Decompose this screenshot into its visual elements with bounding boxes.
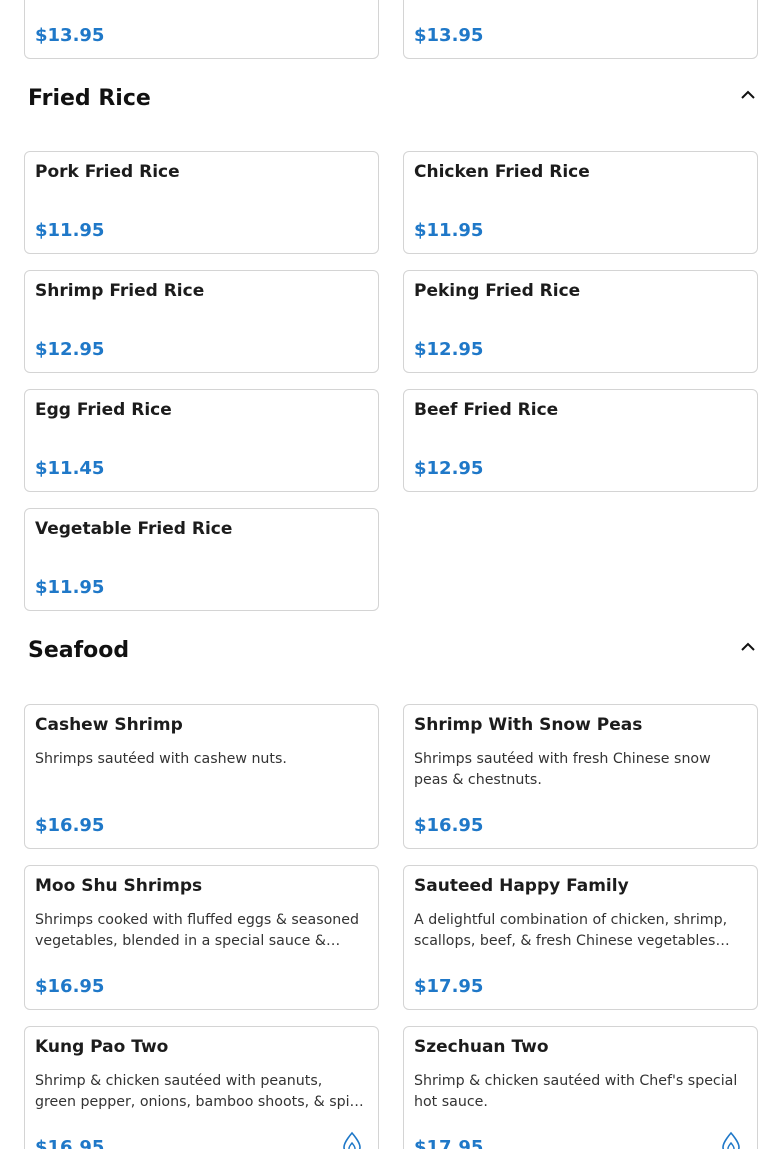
item-price: $17.95: [414, 1137, 484, 1149]
item-description: Shrimp & chicken sautéed with Chef's spe…: [414, 1073, 738, 1110]
menu-item-card[interactable]: Peking Fried Rice $12.95: [403, 270, 758, 373]
item-price: $16.95: [35, 976, 105, 997]
item-price: $11.95: [414, 220, 484, 241]
item-price: $11.95: [35, 577, 105, 598]
item-name: Shrimp Fried Rice: [35, 281, 205, 301]
item-description: A delightful combination of chicken, shr…: [414, 912, 728, 949]
menu-item-card[interactable]: Szechuan Two Shrimp & chicken sautéed wi…: [403, 1026, 758, 1149]
item-name: Shrimp With Snow Peas: [414, 715, 643, 735]
item-name: Vegetable Fried Rice: [35, 519, 233, 539]
spicy-icon: [722, 1131, 740, 1149]
menu-item-card[interactable]: Beef Fried Rice $12.95: [403, 389, 758, 492]
spicy-icon: [343, 1131, 361, 1149]
menu-item-card[interactable]: Chicken Fried Rice $11.95: [403, 151, 758, 254]
item-price: $16.95: [35, 815, 105, 836]
menu-item-card[interactable]: Moo Shu Shrimps Shrimps cooked with fluf…: [24, 865, 379, 1010]
menu-page: $13.95 $13.95 Fried Rice Pork Fried Rice…: [0, 0, 782, 1149]
chevron-up-icon[interactable]: [740, 88, 756, 100]
item-description: Shrimps cooked with fluffed eggs & seaso…: [35, 912, 359, 949]
item-price: $11.95: [35, 220, 105, 241]
menu-item-card[interactable]: Shrimp Fried Rice $12.95: [24, 270, 379, 373]
item-price: $16.95: [35, 1137, 105, 1149]
chevron-up-icon[interactable]: [740, 640, 756, 652]
item-name: Moo Shu Shrimps: [35, 876, 203, 896]
section-title-seafood: Seafood: [28, 638, 130, 663]
item-description: Shrimps sautéed with cashew nuts.: [35, 751, 287, 767]
item-name: Peking Fried Rice: [414, 281, 581, 301]
menu-item-card[interactable]: Kung Pao Two Shrimp & chicken sautéed wi…: [24, 1026, 379, 1149]
item-price: $17.95: [414, 976, 484, 997]
menu-item-card[interactable]: Cashew Shrimp Shrimps sautéed with cashe…: [24, 704, 379, 849]
item-price: $12.95: [414, 458, 484, 479]
menu-item-card[interactable]: Shrimp With Snow Peas Shrimps sautéed wi…: [403, 704, 758, 849]
seafood-grid: Cashew Shrimp Shrimps sautéed with cashe…: [24, 704, 758, 1149]
item-price: $11.45: [35, 458, 105, 479]
item-name: Pork Fried Rice: [35, 162, 180, 182]
item-price: $13.95: [414, 25, 484, 46]
section-title-fried-rice: Fried Rice: [28, 86, 151, 111]
item-price: $12.95: [414, 339, 484, 360]
item-name: Sauteed Happy Family: [414, 876, 629, 896]
menu-item-card[interactable]: $13.95: [403, 0, 758, 59]
item-name: Cashew Shrimp: [35, 715, 183, 735]
item-name: Kung Pao Two: [35, 1037, 169, 1057]
item-name: Chicken Fried Rice: [414, 162, 590, 182]
item-price: $13.95: [35, 25, 105, 46]
menu-item-card[interactable]: Pork Fried Rice $11.95: [24, 151, 379, 254]
item-name: Egg Fried Rice: [35, 400, 172, 420]
menu-item-card[interactable]: Vegetable Fried Rice $11.95: [24, 508, 379, 611]
previous-section-grid: $13.95 $13.95: [24, 0, 758, 59]
item-description: Shrimp & chicken sautéed with peanuts, g…: [35, 1073, 366, 1110]
menu-item-card[interactable]: Sauteed Happy Family A delightful combin…: [403, 865, 758, 1010]
item-name: Beef Fried Rice: [414, 400, 559, 420]
menu-item-card[interactable]: $13.95: [24, 0, 379, 59]
menu-item-card[interactable]: Egg Fried Rice $11.45: [24, 389, 379, 492]
fried-rice-grid: Pork Fried Rice $11.95 Chicken Fried Ric…: [24, 151, 758, 611]
item-name: Szechuan Two: [414, 1037, 549, 1057]
item-price: $12.95: [35, 339, 105, 360]
item-price: $16.95: [414, 815, 484, 836]
item-description: Shrimps sautéed with fresh Chinese snow …: [414, 751, 711, 788]
